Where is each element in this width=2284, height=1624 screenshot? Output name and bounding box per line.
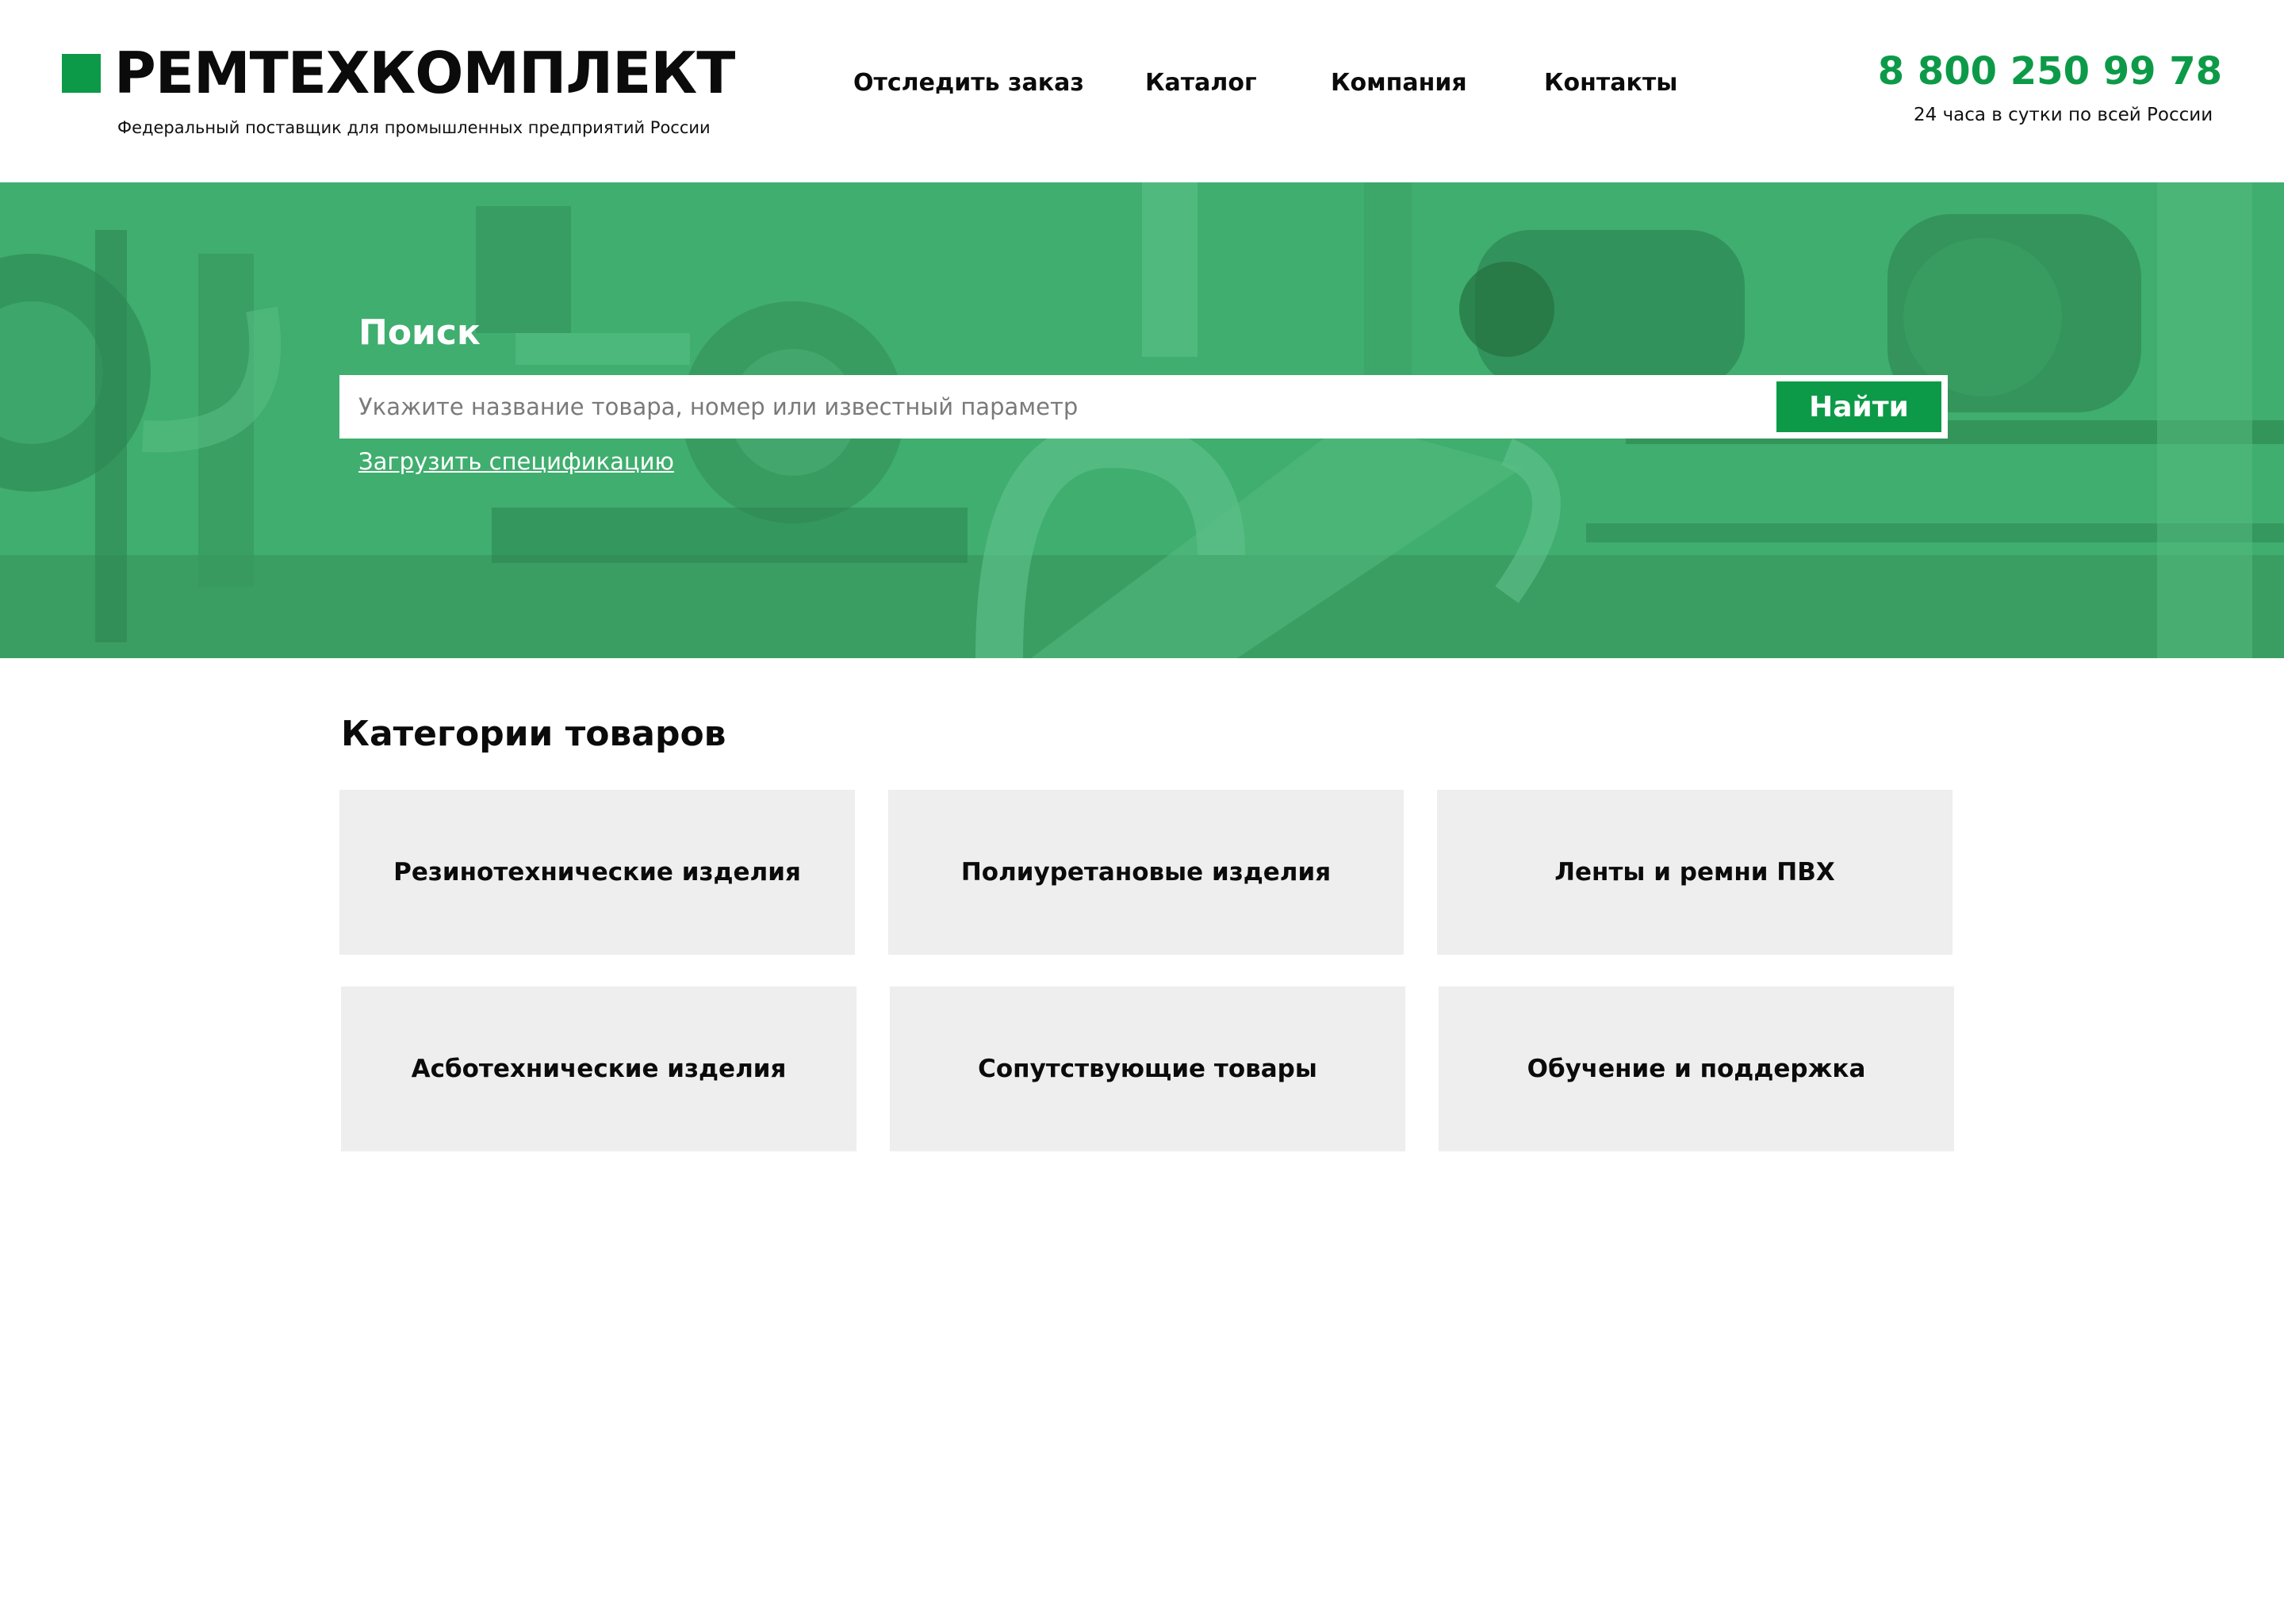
phone-number[interactable]: 8 800 250 99 78 [1878, 46, 2222, 97]
category-card-label: Обучение и поддержка [1527, 1055, 1866, 1083]
nav-track-order[interactable]: Отследить заказ [853, 63, 1084, 103]
logo-tagline: Федеральный поставщик для промышленных п… [117, 118, 711, 137]
category-card-polyurethane[interactable]: Полиуретановые изделия [888, 790, 1404, 955]
search-input[interactable] [339, 375, 1767, 439]
category-card-training[interactable]: Обучение и поддержка [1439, 986, 1954, 1151]
category-card-label: Сопутствующие товары [978, 1055, 1317, 1083]
categories-title: Категории товаров [341, 714, 726, 754]
search-button[interactable]: Найти [1776, 381, 1941, 432]
nav-contacts[interactable]: Контакты [1544, 63, 1677, 103]
category-card-pvc-belts[interactable]: Ленты и ремни ПВХ [1437, 790, 1953, 955]
category-card-label: Полиуретановые изделия [960, 858, 1332, 887]
upload-specification-link[interactable]: Загрузить спецификацию [358, 446, 674, 477]
category-card-label: Ленты и ремни ПВХ [1554, 858, 1835, 887]
search-hero: Поиск Найти Загрузить спецификацию [0, 182, 2284, 658]
phone-note: 24 часа в сутки по всей России [1914, 105, 2213, 125]
category-card-rubber[interactable]: Резинотехнические изделия [339, 790, 855, 955]
logo-square-icon[interactable] [62, 54, 101, 93]
nav-catalog[interactable]: Каталог [1145, 63, 1257, 103]
nav-company[interactable]: Компания [1331, 63, 1467, 103]
category-card-accessories[interactable]: Сопутствующие товары [890, 986, 1405, 1151]
logo-text[interactable]: РЕМТЕХКОМПЛЕКТ [114, 38, 735, 108]
search-box: Найти [339, 375, 1948, 439]
category-card-label: Асботехнические изделия [411, 1055, 787, 1083]
category-card-asbestos[interactable]: Асботехнические изделия [341, 986, 856, 1151]
search-title: Поиск [358, 312, 481, 353]
category-card-label: Резинотехнические изделия [393, 858, 801, 887]
site-header: РЕМТЕХКОМПЛЕКТ Федеральный поставщик для… [0, 0, 2284, 182]
